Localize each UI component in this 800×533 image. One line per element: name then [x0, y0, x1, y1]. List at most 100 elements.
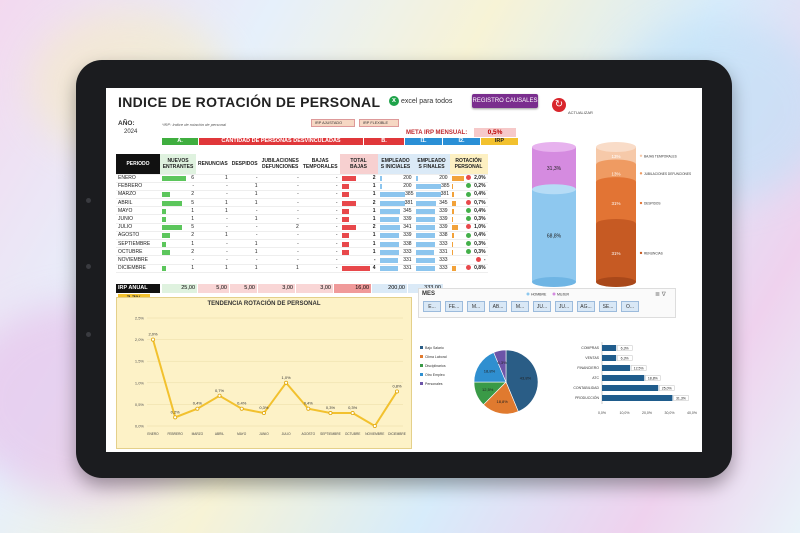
table-cell: - — [196, 214, 230, 224]
month-chip[interactable]: SE... — [599, 301, 617, 312]
table-cell: 0,2% — [449, 182, 488, 191]
y-tick-label: 2,5% — [135, 316, 145, 321]
table-cell: AGOSTO — [116, 231, 160, 241]
bar-employees — [415, 241, 435, 247]
data-label: 0,2% — [171, 409, 181, 414]
cell-value: 341 — [403, 224, 412, 231]
column-header: JUBILACIONES DEFUNCIONES — [259, 154, 301, 175]
legend-marker — [639, 201, 643, 205]
cylinder-cap — [532, 277, 576, 287]
cell-value: 1 — [296, 265, 299, 272]
cylinder-cap — [596, 159, 636, 170]
data-point — [350, 411, 355, 416]
cell-value: - — [255, 175, 258, 182]
pie-label: 18,8% — [484, 369, 496, 374]
table-cell: 1 — [229, 239, 260, 249]
bar-employees — [379, 241, 400, 247]
month-chip[interactable]: AG... — [577, 301, 595, 312]
month-chip[interactable]: AB... — [489, 301, 507, 312]
irp-note: *IRP: Indice de rotación de personal — [162, 122, 227, 127]
table-cell: 338 — [413, 231, 450, 241]
cell-value: - — [335, 240, 338, 247]
legend-marker — [420, 355, 423, 358]
table-cell: 333 — [377, 247, 414, 257]
cell-value: 338 — [439, 232, 448, 239]
legend-marker — [420, 373, 423, 376]
brand-logo: x excel para todos — [389, 96, 452, 106]
cell-value: 1,0% — [474, 224, 486, 231]
bar-total-bajas — [341, 176, 356, 182]
table-cell: - — [449, 255, 488, 265]
cell-value: 0,4% — [474, 207, 486, 214]
cell-value: - — [255, 256, 258, 263]
cell-value: 6 — [191, 175, 194, 182]
cell-value: 0,3% — [474, 216, 486, 223]
table-cell: JUNIO — [116, 214, 160, 224]
cell-value: - — [297, 216, 299, 223]
table-cell: - — [196, 182, 230, 191]
cell-value: 2 — [191, 232, 194, 239]
cell-value: 1 — [254, 240, 258, 247]
option-irp-flexible[interactable]: IRP FLEXIBLE — [359, 119, 399, 127]
group-a-header: A. — [162, 138, 198, 145]
month-slicer-label: MES — [422, 291, 436, 297]
bar-new-entrants — [162, 225, 182, 231]
table-cell: 2 — [160, 247, 196, 257]
status-icon — [466, 240, 472, 246]
bar-employees — [379, 225, 400, 231]
group-b-header: B. — [364, 138, 404, 145]
table-cell: - — [196, 239, 230, 249]
camera-dot — [86, 332, 91, 337]
month-chip[interactable]: FE... — [445, 301, 463, 312]
option-label: IRP FLEXIBLE — [363, 121, 389, 125]
legend-marker — [552, 292, 556, 296]
bar-rotation — [451, 266, 457, 272]
register-causes-button[interactable]: REGISTRO CAUSALES — [472, 94, 538, 108]
total-cell: 3,00 — [258, 284, 295, 293]
bar-employees — [415, 249, 435, 255]
table-cell: 339 — [413, 206, 450, 216]
table-row: NOVIEMBRE - - - - - - 331 333 - — [116, 255, 488, 265]
status-icon — [466, 191, 472, 197]
table-cell: - — [229, 231, 260, 241]
table-cell: 331 — [413, 247, 450, 257]
meta-label: META IRP MENSUAL: — [406, 130, 468, 136]
bar-total-bajas — [341, 249, 349, 255]
table-cell: - — [300, 247, 340, 257]
month-chip[interactable]: M... — [467, 301, 485, 312]
bar-new-entrants — [162, 208, 166, 214]
table-cell: 0,4% — [449, 231, 488, 241]
status-icon — [466, 216, 472, 222]
column-header: EMPLEADO S INICIALES — [377, 154, 414, 175]
bar-employees — [415, 176, 419, 182]
status-icon — [466, 248, 472, 254]
cell-value: NOVIEMBRE — [118, 256, 149, 263]
month-chip[interactable]: M... — [511, 301, 529, 312]
bar-employees — [415, 217, 436, 223]
cell-value: 0,8% — [474, 265, 486, 272]
table-cell: 2,0% — [449, 174, 488, 183]
table-cell: - — [300, 206, 340, 216]
month-chip[interactable]: O... — [621, 301, 639, 312]
cell-value: - — [483, 256, 486, 263]
table-cell: 1 — [339, 206, 378, 216]
option-irp-adjusted[interactable]: IRP AJUSTADO — [311, 119, 355, 127]
table-cell: 1 — [229, 247, 260, 257]
cell-value: OCTUBRE — [118, 248, 143, 255]
month-chip[interactable]: E... — [423, 301, 441, 312]
table-cell: - — [259, 206, 301, 216]
cell-value: 2 — [372, 199, 376, 206]
column-header: ROTACIÓN PERSONAL — [449, 154, 488, 175]
meta-value[interactable]: 0,5% — [474, 128, 516, 137]
refresh-icon[interactable]: ↻ — [552, 98, 566, 112]
month-chip[interactable]: JU... — [533, 301, 551, 312]
month-chip[interactable]: JU... — [555, 301, 573, 312]
bar-employees — [415, 192, 441, 198]
x-tick-label: 20,0% — [642, 411, 652, 415]
table-cell: - — [300, 174, 340, 183]
excel-icon: x — [389, 96, 399, 106]
x-tick-label: 0,0% — [598, 411, 606, 415]
cylinder-label: 31,3% — [547, 166, 562, 172]
x-tick-label: DICIEMBRE — [388, 432, 406, 436]
year-value[interactable]: 2024 — [124, 129, 137, 135]
